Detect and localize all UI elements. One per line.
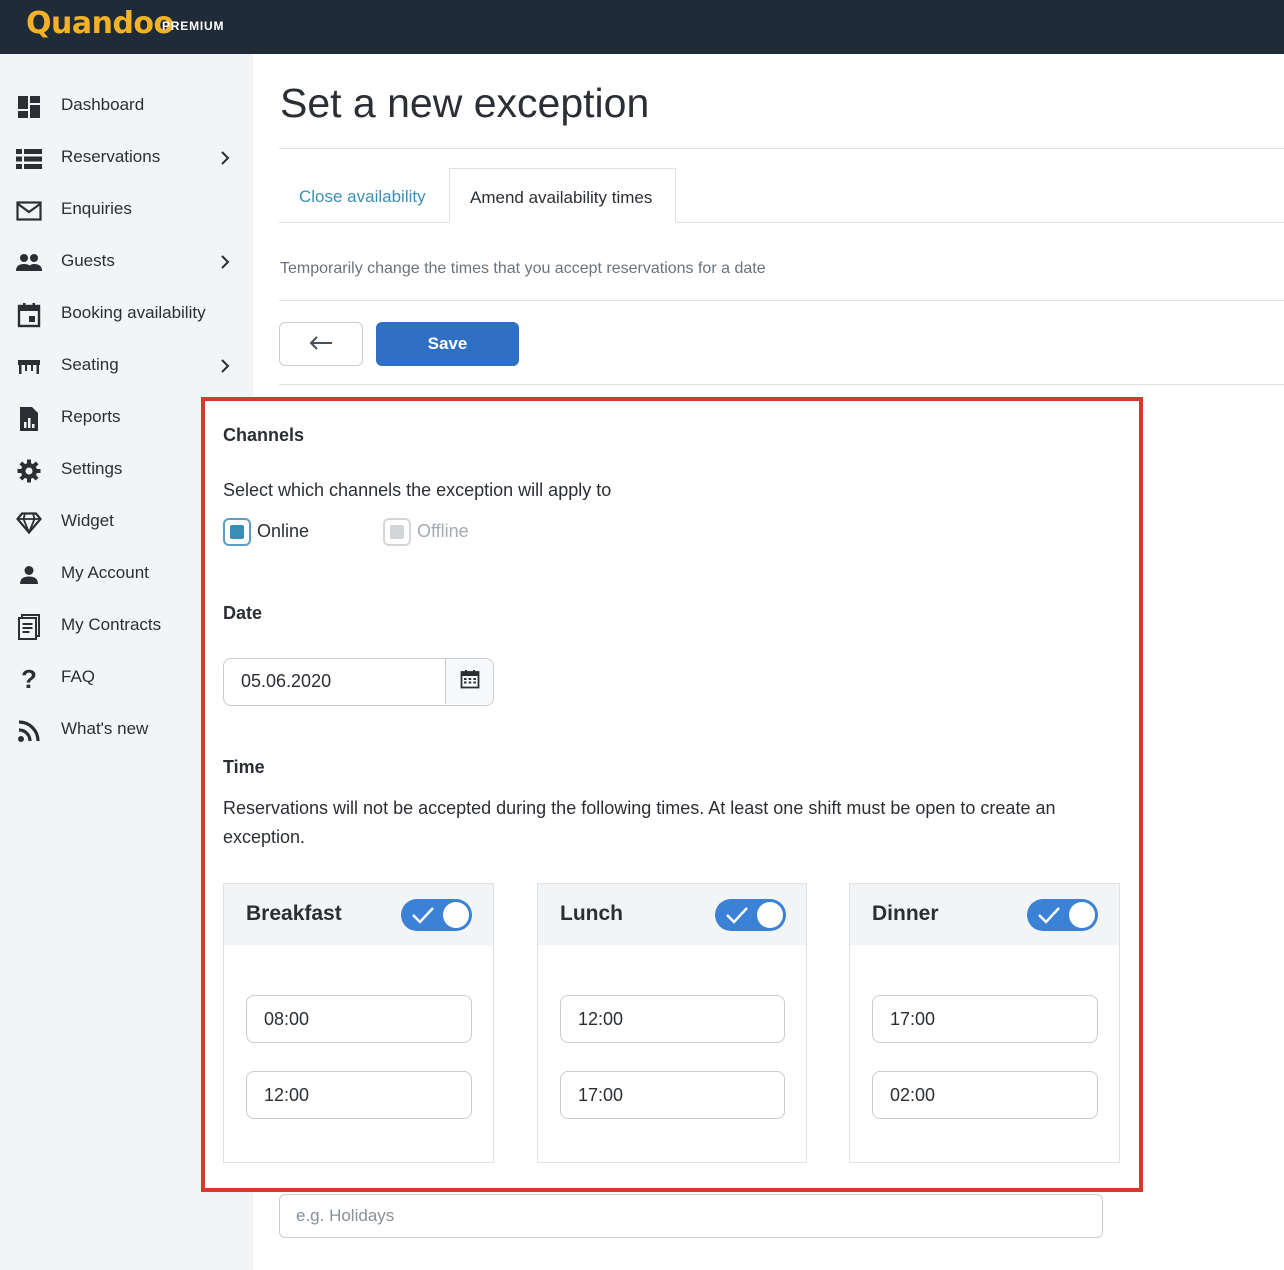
people-icon (16, 250, 42, 276)
shift-name: Dinner (872, 902, 939, 925)
sidebar-item-label: My Contracts (61, 615, 162, 634)
time-description: Reservations will not be accepted during… (223, 798, 1056, 847)
online-label: Online (257, 521, 310, 541)
quandoo-logo[interactable]: Quandoo (26, 6, 174, 41)
sidebar-item-label: Seating (61, 355, 119, 374)
sidebar-item-label: My Account (61, 563, 149, 582)
question-icon: ? (21, 663, 37, 694)
online-checkbox[interactable] (223, 518, 251, 546)
sidebar-item-enquiries[interactable]: Enquiries (0, 184, 253, 236)
rss-icon (16, 718, 42, 744)
lunch-toggle[interactable] (715, 899, 786, 931)
check-icon (411, 905, 435, 930)
page-subtitle: Temporarily change the times that you ac… (280, 260, 766, 277)
table-icon (16, 354, 42, 380)
check-icon (1037, 905, 1061, 930)
contract-icon (16, 614, 42, 640)
top-bar: Quandoo PREMIUM (0, 0, 1284, 54)
sidebar-item-guests[interactable]: Guests (0, 236, 253, 288)
mail-icon (16, 198, 42, 224)
calendar-icon (460, 669, 480, 694)
arrow-left-icon (308, 335, 334, 354)
divider (279, 300, 1284, 301)
breakfast-toggle[interactable] (401, 899, 472, 931)
reason-input[interactable] (279, 1194, 1103, 1238)
sidebar-item-label: Guests (61, 251, 115, 270)
sidebar-item-seating[interactable]: Seating (0, 340, 253, 392)
chevron-right-icon (218, 250, 232, 274)
sidebar-item-label: Enquiries (61, 199, 132, 218)
diamond-icon (16, 510, 42, 536)
person-icon (16, 562, 42, 588)
offline-checkbox[interactable] (383, 518, 411, 546)
report-icon (16, 406, 42, 432)
date-input[interactable] (224, 659, 446, 704)
shift-header: Dinner (850, 884, 1119, 945)
page-title: Set a new exception (280, 80, 650, 126)
toggle-knob (1069, 902, 1095, 928)
dinner-start-time[interactable] (872, 995, 1098, 1043)
lunch-end-time[interactable] (560, 1071, 785, 1119)
sidebar-item-label: Widget (61, 511, 114, 530)
premium-badge: PREMIUM (162, 19, 225, 33)
channels-heading: Channels (223, 425, 305, 445)
shift-card-dinner: Dinner (849, 883, 1120, 1163)
shift-name: Breakfast (246, 902, 342, 925)
date-heading: Date (223, 603, 263, 623)
chevron-right-icon (218, 146, 232, 170)
sidebar-item-label: FAQ (61, 667, 96, 686)
shift-card-breakfast: Breakfast (223, 883, 494, 1163)
dinner-end-time[interactable] (872, 1071, 1098, 1119)
shift-card-lunch: Lunch (537, 883, 807, 1163)
channels-description: Select which channels the exception will… (223, 480, 612, 500)
calendar-icon (16, 302, 42, 328)
exception-settings-panel: Channels Select which channels the excep… (201, 397, 1143, 1192)
save-button[interactable]: Save (376, 322, 519, 366)
sidebar-item-reservations[interactable]: Reservations (0, 132, 253, 184)
toggle-knob (757, 902, 783, 928)
sidebar-item-label: Settings (61, 459, 123, 478)
sidebar-item-label: Dashboard (61, 95, 145, 114)
breakfast-end-time[interactable] (246, 1071, 472, 1119)
back-button[interactable] (279, 322, 363, 366)
sidebar-item-label: Reservations (61, 147, 161, 166)
tab-amend-availability-times[interactable]: Amend availability times (449, 168, 676, 223)
time-heading: Time (223, 757, 265, 777)
breakfast-start-time[interactable] (246, 995, 472, 1043)
sidebar-item-dashboard[interactable]: Dashboard (0, 80, 253, 132)
toggle-knob (443, 902, 469, 928)
shift-header: Breakfast (224, 884, 493, 945)
sidebar-item-label: Reports (61, 407, 121, 426)
date-field (223, 658, 494, 706)
check-icon (725, 905, 749, 930)
tab-close-availability[interactable]: Close availability (279, 168, 449, 223)
list-icon (16, 146, 42, 172)
sidebar-item-label: What's new (61, 719, 149, 738)
offline-label: Offline (417, 521, 469, 541)
shift-name: Lunch (560, 902, 623, 925)
dashboard-icon (16, 94, 42, 120)
chevron-right-icon (218, 354, 232, 378)
sidebar-item-label: Booking availability (61, 303, 206, 322)
calendar-picker-button[interactable] (445, 659, 493, 704)
shift-header: Lunch (538, 884, 806, 945)
divider (279, 148, 1284, 149)
dinner-toggle[interactable] (1027, 899, 1098, 931)
lunch-start-time[interactable] (560, 995, 785, 1043)
gear-icon (16, 458, 42, 484)
divider (279, 384, 1284, 385)
sidebar-item-booking-availability[interactable]: Booking availability (0, 288, 253, 340)
